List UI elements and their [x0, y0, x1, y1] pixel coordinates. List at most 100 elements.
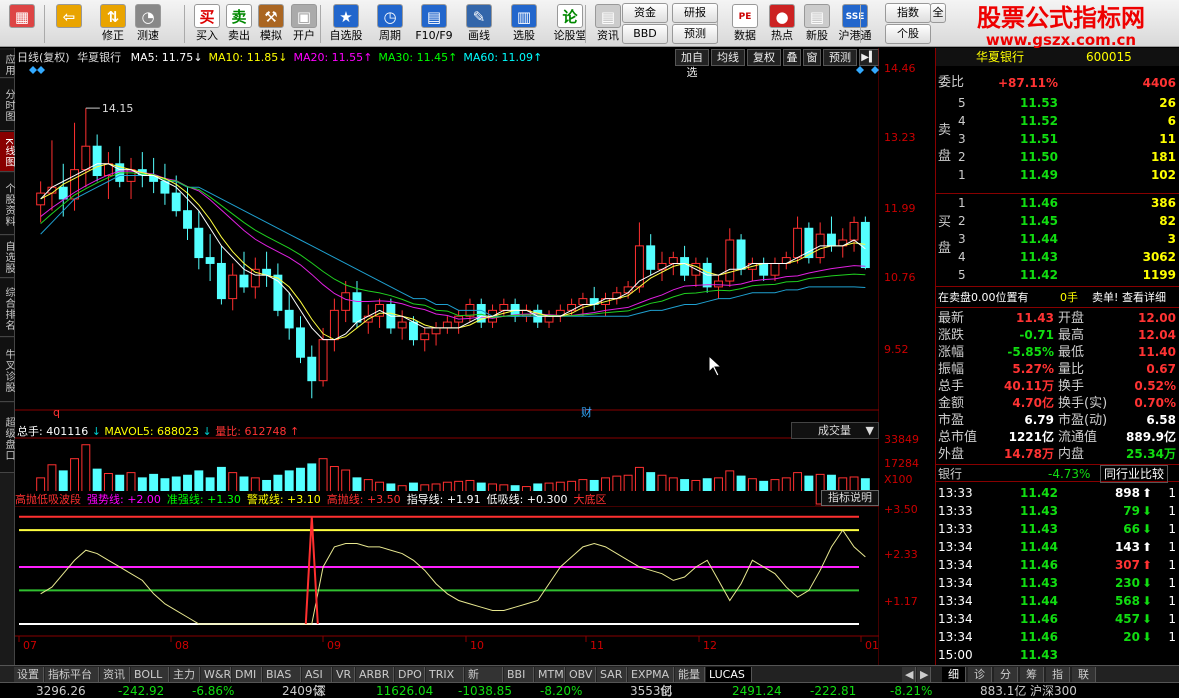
quote-tab-1[interactable]: 诊	[968, 667, 992, 682]
quote-stat-row: 外盘 14.78万 内盘 25.34万	[936, 446, 1179, 463]
indicator-tab-obv[interactable]: OBV	[566, 667, 596, 682]
buy-level-row[interactable]: 1 11.46 386	[936, 194, 1179, 212]
toolbar-small-button[interactable]: 研报	[672, 3, 718, 23]
toolbar-speed-button[interactable]: ◔ 测速	[131, 2, 165, 45]
indicator-tab-bias[interactable]: BIAS	[263, 667, 301, 682]
x-axis-label: 08	[175, 639, 189, 652]
toolbar-stepper-button[interactable]: ⇅ 修正	[96, 2, 130, 45]
indicator-tab-bbi[interactable]: BBI	[504, 667, 534, 682]
sell-level-row[interactable]: 5 11.53 26	[936, 94, 1179, 112]
indicator-tab-dpo[interactable]: DPO	[395, 667, 425, 682]
event-marker-icon[interactable]	[856, 66, 864, 74]
sell-level-row[interactable]: 4 11.52 6	[936, 112, 1179, 130]
indicator-tab-vr[interactable]: VR	[333, 667, 355, 682]
candle-body	[58, 186, 68, 200]
indicator-tab-w&r[interactable]: W&R	[201, 667, 231, 682]
indicator-tab-arbr[interactable]: ARBR	[356, 667, 394, 682]
stat-label: 最高	[1058, 328, 1085, 343]
sell-level-row[interactable]: 1 11.49 102	[936, 166, 1179, 184]
event-marker-icon[interactable]	[871, 66, 879, 74]
tick-count: 1	[1168, 630, 1176, 644]
quote-tab-5[interactable]: 联	[1072, 667, 1096, 682]
left-tab-5[interactable]: 综合排名	[0, 279, 14, 337]
toolbar-pen-button[interactable]: ✎ 画线	[459, 2, 499, 45]
industry-compare-button[interactable]: 同行业比较	[1100, 465, 1169, 483]
view-detail-link[interactable]: 查看详细	[1122, 289, 1166, 307]
sell-level-row[interactable]: 3 11.51 11	[936, 130, 1179, 148]
quote-tab-2[interactable]: 分	[994, 667, 1018, 682]
left-tab-0[interactable]: 应用	[0, 50, 14, 78]
toolbar-lock-button[interactable]: ▣ 开户	[288, 2, 320, 45]
toolbar-f10-button[interactable]: ▤ F10/F9	[413, 2, 455, 45]
indicator-help-button[interactable]: 指标说明	[821, 490, 879, 506]
indicator-tab-新dma[interactable]: 新DMA	[465, 667, 503, 696]
toolbar-small-button[interactable]: 资金	[622, 3, 668, 23]
toolbar-label: 新股	[806, 29, 828, 42]
sell-order-link[interactable]: 卖单!	[1092, 289, 1118, 307]
toolbar-clock-button[interactable]: ◷ 周期	[370, 2, 410, 45]
arrow-down-icon: ⬇	[1141, 504, 1152, 518]
quote-tab-0[interactable]: 细	[942, 667, 966, 682]
arrow-up-icon: ⬆	[1141, 558, 1152, 572]
left-tab-4[interactable]: 自选股	[0, 236, 14, 278]
toolbar-pe-button[interactable]: PE 数据	[728, 2, 762, 45]
toolbar-forum-button[interactable]: 论论股堂	[550, 2, 590, 45]
toolbar-hammer-button[interactable]: ⚒ 模拟	[256, 2, 286, 45]
level-volume: 3062	[1142, 250, 1176, 264]
x-axis-label: 01	[865, 639, 879, 652]
buy-level-row[interactable]: 4 11.43 3062	[936, 248, 1179, 266]
buy-level-row[interactable]: 2 11.45 82	[936, 212, 1179, 230]
tab-scroll-right-icon[interactable]: ▶	[917, 667, 931, 682]
event-financial-marker[interactable]: 财	[581, 405, 592, 419]
toolbar-grid-button[interactable]: ▦	[4, 2, 40, 45]
candle-body	[329, 309, 339, 341]
indicator-tab-trix[interactable]: TRIX	[426, 667, 464, 682]
event-q-marker[interactable]: q	[53, 406, 60, 419]
toolbar-chart-button[interactable]: ▥ 选股	[504, 2, 544, 45]
toolbar-ipo-button[interactable]: ▤ 新股	[801, 2, 833, 45]
indicator-tab-设置[interactable]: 设置	[14, 667, 44, 682]
level-index: 1	[958, 196, 966, 210]
kline-chart-area[interactable]: 日线(复权) 华夏银行 MA5: 11.75↓ MA10: 11.85↓ MA20:…	[15, 48, 879, 665]
left-tab-6[interactable]: 牛叉诊股	[0, 338, 14, 402]
quote-tab-4[interactable]: 指	[1046, 667, 1070, 682]
toolbar-star-button[interactable]: ★ 自选股	[326, 2, 366, 45]
sell-level-row[interactable]: 2 11.50 181	[936, 148, 1179, 166]
indicator-tab-mtm[interactable]: MTM	[535, 667, 565, 682]
indicator-tab-boll[interactable]: BOLL	[131, 667, 169, 682]
toolbar-hk-button[interactable]: SSE 沪港通	[835, 2, 875, 45]
left-tab-2[interactable]: K线图	[0, 132, 14, 172]
toolbar-small-button[interactable]: 预测	[672, 24, 718, 44]
toolbar-small-button[interactable]: 个股	[885, 24, 931, 44]
buy-level-row[interactable]: 3 11.44 3	[936, 230, 1179, 248]
toolbar-small-button[interactable]: 全	[930, 3, 946, 23]
volume-indicator-select[interactable]: 成交量 ▼	[791, 422, 879, 439]
indicator-tab-asi[interactable]: ASI	[302, 667, 332, 682]
event-marker-icon[interactable]	[37, 66, 45, 74]
indicator-tab-sar[interactable]: SAR	[597, 667, 627, 682]
toolbar-back-arrow-button[interactable]: ⇦	[52, 2, 86, 45]
tab-scroll-left-icon[interactable]: ◀	[902, 667, 916, 682]
indicator-tab-资讯[interactable]: 资讯	[100, 667, 130, 682]
indicator-tab-指标平台[interactable]: 指标平台	[45, 667, 99, 682]
left-tab-3[interactable]: 个股资料	[0, 173, 14, 235]
grid-icon: ▦	[9, 4, 35, 28]
industry-name[interactable]: 银行	[938, 465, 962, 483]
toolbar-news-button[interactable]: ▤ 资讯	[591, 2, 625, 45]
indicator-tab-能量2[interactable]: 能量2	[675, 667, 705, 696]
left-tab-1[interactable]: 分时图	[0, 79, 14, 131]
toolbar-sell-button[interactable]: 卖卖出	[224, 2, 254, 45]
buy-level-row[interactable]: 5 11.42 1199	[936, 266, 1179, 284]
event-marker-icon[interactable]	[29, 66, 37, 74]
left-tab-7[interactable]: 超级盘口	[0, 403, 14, 473]
toolbar-small-button[interactable]: 指数	[885, 3, 931, 23]
volume-header: 总手: 401116 ↓ MAVOL5: 688023 ↓ 量比: 612748…	[17, 425, 300, 438]
toolbar-hot-button[interactable]: ● 热点	[766, 2, 798, 45]
toolbar-small-button[interactable]: BBD	[622, 24, 668, 44]
quote-tab-3[interactable]: 筹	[1020, 667, 1044, 682]
indicator-tab-dmi[interactable]: DMI	[232, 667, 262, 682]
indicator-tab-expma[interactable]: EXPMA	[628, 667, 674, 682]
indicator-tab-lucas[interactable]: LUCAS	[706, 667, 752, 682]
indicator-tab-主力[interactable]: 主力	[170, 667, 200, 682]
toolbar-buy-button[interactable]: 买买入	[192, 2, 222, 45]
